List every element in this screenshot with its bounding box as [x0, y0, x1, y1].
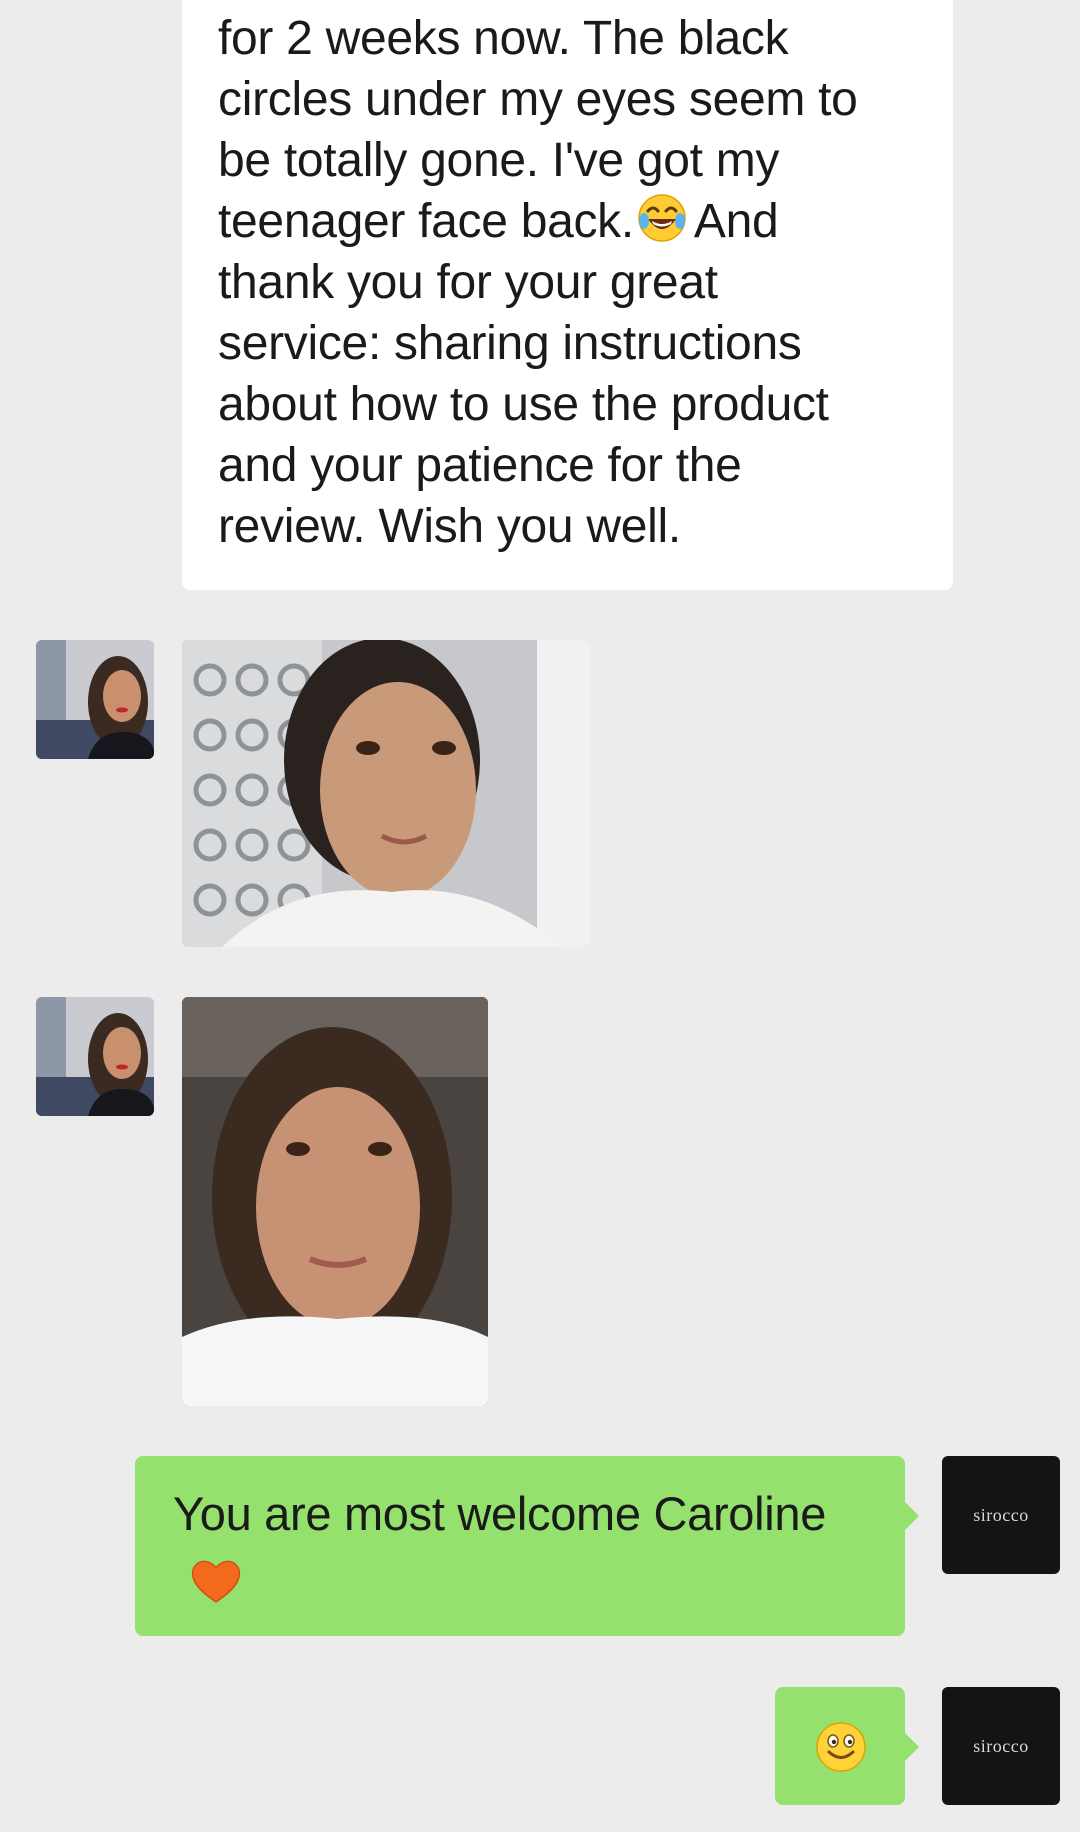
message-text-line: be totally gone. I've got my [218, 134, 780, 187]
smiling-face-icon [816, 1722, 866, 1772]
brand-logo-text: sirocco [973, 1504, 1029, 1525]
incoming-photo-before[interactable] [182, 640, 590, 947]
contact-avatar-image [36, 997, 154, 1116]
face-with-tears-of-joy-icon [638, 194, 686, 242]
message-text-line: for 2 weeks now. The black [218, 12, 789, 65]
message-text-line: circles under my eyes seem to [218, 73, 858, 126]
outgoing-message-text: You are most welcome Caroline [173, 1487, 827, 1540]
message-text-segment: teenager face back. [218, 195, 634, 248]
message-text-line: service: sharing instructions [218, 317, 802, 370]
outgoing-message-bubble[interactable]: You are most welcome Caroline [135, 1456, 919, 1636]
sender-avatar[interactable]: sirocco [942, 1456, 1060, 1574]
incoming-photo-after[interactable] [182, 997, 488, 1406]
contact-avatar[interactable] [36, 640, 154, 759]
contact-avatar-image [36, 640, 154, 759]
message-text-line: thank you for your great [218, 256, 718, 309]
selfie-photo-2 [182, 997, 488, 1406]
contact-avatar[interactable] [36, 997, 154, 1116]
message-text-line-with-emoji: teenager face back. And [218, 191, 923, 252]
sender-avatar[interactable]: sirocco [942, 1687, 1060, 1805]
message-text-line: about how to use the product [218, 378, 829, 431]
brand-logo-text: sirocco [973, 1735, 1029, 1756]
selfie-photo-1 [182, 640, 590, 947]
incoming-message-bubble[interactable]: for 2 weeks now. The black circles under… [182, 0, 953, 590]
message-text-line: and your patience for the [218, 439, 742, 492]
message-text-line: review. Wish you well. [218, 500, 681, 553]
orange-heart-icon [191, 1560, 241, 1603]
message-text-segment: And [693, 195, 779, 248]
outgoing-emoji-bubble[interactable] [775, 1687, 919, 1805]
